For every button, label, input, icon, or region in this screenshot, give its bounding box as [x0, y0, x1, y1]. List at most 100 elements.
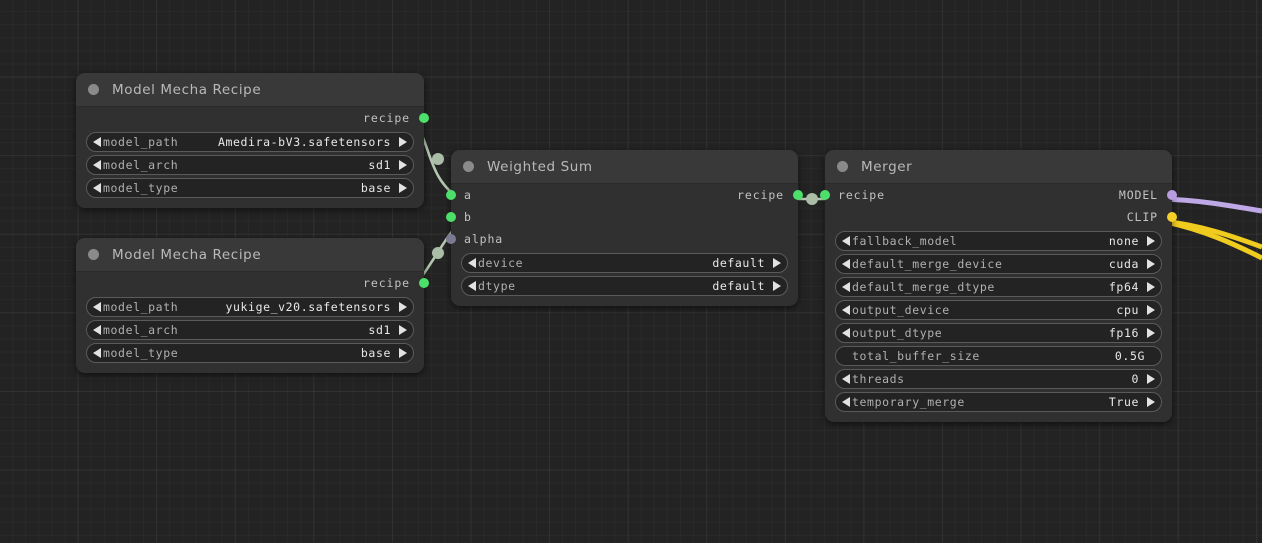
- input-slot-recipe[interactable]: recipe MODEL: [820, 184, 1177, 206]
- chevron-right-icon[interactable]: [1147, 374, 1155, 384]
- chevron-right-icon[interactable]: [399, 137, 407, 147]
- widget-value[interactable]: none: [1109, 234, 1139, 248]
- collapse-dot-icon[interactable]: [837, 161, 848, 172]
- chevron-right-icon[interactable]: [1147, 282, 1155, 292]
- chevron-right-icon[interactable]: [399, 348, 407, 358]
- chevron-right-icon[interactable]: [773, 258, 781, 268]
- widget-label: temporary_merge: [852, 395, 965, 409]
- widget-default-merge-dtype[interactable]: default_merge_dtype fp64: [835, 277, 1162, 297]
- input-slot-a[interactable]: a recipe: [446, 184, 803, 206]
- widget-model-type[interactable]: model_type base: [86, 178, 414, 198]
- output-slot-clip[interactable]: CLIP: [825, 206, 1177, 228]
- node-merger[interactable]: Merger recipe MODEL CLIP fallback_model …: [820, 150, 1177, 422]
- widget-value[interactable]: yukige_v20.safetensors: [225, 300, 391, 314]
- recipe-slot-dot-icon[interactable]: [820, 190, 830, 200]
- node-model-mecha-recipe-1[interactable]: Model Mecha Recipe recipe model_path Ame…: [76, 73, 429, 208]
- widget-threads[interactable]: threads 0: [835, 369, 1162, 389]
- widget-value[interactable]: 0: [1131, 372, 1139, 386]
- wire-model-out: [1161, 196, 1262, 214]
- widget-value[interactable]: default: [712, 279, 765, 293]
- chevron-left-icon[interactable]: [93, 137, 101, 147]
- output-slot-recipe[interactable]: recipe: [76, 107, 429, 129]
- widget-value[interactable]: cpu: [1116, 303, 1139, 317]
- widget-temporary-merge[interactable]: temporary_merge True: [835, 392, 1162, 412]
- widget-dtype[interactable]: dtype default: [461, 276, 788, 296]
- widget-value[interactable]: fp64: [1109, 280, 1139, 294]
- chevron-left-icon[interactable]: [93, 302, 101, 312]
- widget-value[interactable]: base: [361, 181, 391, 195]
- chevron-right-icon[interactable]: [773, 281, 781, 291]
- chevron-right-icon[interactable]: [399, 302, 407, 312]
- chevron-left-icon[interactable]: [468, 258, 476, 268]
- node-body: recipe MODEL CLIP fallback_model none de…: [820, 184, 1177, 422]
- recipe-slot-dot-icon[interactable]: [419, 278, 429, 288]
- chevron-left-icon[interactable]: [93, 348, 101, 358]
- widget-model-arch[interactable]: model_arch sd1: [86, 320, 414, 340]
- widget-value[interactable]: True: [1109, 395, 1139, 409]
- widget-device[interactable]: device default: [461, 253, 788, 273]
- widget-value[interactable]: sd1: [368, 323, 391, 337]
- chevron-left-icon[interactable]: [842, 282, 850, 292]
- widget-model-type[interactable]: model_type base: [86, 343, 414, 363]
- widget-value[interactable]: Amedira-bV3.safetensors: [218, 135, 391, 149]
- widget-model-path[interactable]: model_path Amedira-bV3.safetensors: [86, 132, 414, 152]
- collapse-dot-icon[interactable]: [463, 161, 474, 172]
- widget-label: model_path: [103, 300, 179, 314]
- chevron-left-icon[interactable]: [93, 183, 101, 193]
- collapse-dot-icon[interactable]: [88, 84, 99, 95]
- chevron-right-icon[interactable]: [1147, 236, 1155, 246]
- widget-value[interactable]: 0.5G: [1115, 349, 1145, 363]
- chevron-right-icon[interactable]: [1147, 328, 1155, 338]
- chevron-left-icon[interactable]: [842, 397, 850, 407]
- widget-model-path[interactable]: model_path yukige_v20.safetensors: [86, 297, 414, 317]
- clip-slot-dot-icon[interactable]: [1167, 212, 1177, 222]
- node-header[interactable]: Weighted Sum: [451, 150, 798, 184]
- widget-model-arch[interactable]: model_arch sd1: [86, 155, 414, 175]
- widget-output-device[interactable]: output_device cpu: [835, 300, 1162, 320]
- node-graph-canvas[interactable]: Model Mecha Recipe recipe model_path Ame…: [0, 0, 1262, 543]
- widget-value[interactable]: fp16: [1109, 326, 1139, 340]
- node-header[interactable]: Model Mecha Recipe: [76, 73, 424, 107]
- collapse-dot-icon[interactable]: [88, 249, 99, 260]
- widget-fallback-model[interactable]: fallback_model none: [835, 231, 1162, 251]
- node-model-mecha-recipe-2[interactable]: Model Mecha Recipe recipe model_path yuk…: [76, 238, 429, 373]
- wire-clip-out-a: [1161, 218, 1262, 250]
- chevron-right-icon[interactable]: [399, 183, 407, 193]
- alpha-slot-dot-icon[interactable]: [446, 234, 456, 244]
- chevron-right-icon[interactable]: [399, 325, 407, 335]
- recipe-slot-dot-icon[interactable]: [446, 190, 456, 200]
- chevron-left-icon[interactable]: [842, 305, 850, 315]
- recipe-slot-dot-icon[interactable]: [793, 190, 803, 200]
- input-slot-label: a: [464, 188, 472, 202]
- input-slot-b[interactable]: b: [446, 206, 798, 228]
- widget-value[interactable]: default: [712, 256, 765, 270]
- chevron-right-icon[interactable]: [1147, 305, 1155, 315]
- recipe-slot-dot-icon[interactable]: [446, 212, 456, 222]
- chevron-left-icon[interactable]: [93, 160, 101, 170]
- output-slot-recipe[interactable]: recipe: [76, 272, 429, 294]
- wire-dot-merger-recipe: [806, 193, 818, 205]
- widget-default-merge-device[interactable]: default_merge_device cuda: [835, 254, 1162, 274]
- chevron-left-icon[interactable]: [842, 236, 850, 246]
- node-header[interactable]: Model Mecha Recipe: [76, 238, 424, 272]
- chevron-left-icon[interactable]: [842, 328, 850, 338]
- widget-value[interactable]: sd1: [368, 158, 391, 172]
- widget-label: model_type: [103, 181, 179, 195]
- node-header[interactable]: Merger: [825, 150, 1172, 184]
- chevron-left-icon[interactable]: [842, 374, 850, 384]
- node-weighted-sum[interactable]: Weighted Sum a recipe b alpha device def…: [446, 150, 803, 306]
- widget-value[interactable]: cuda: [1109, 257, 1139, 271]
- chevron-left-icon[interactable]: [93, 325, 101, 335]
- chevron-left-icon[interactable]: [468, 281, 476, 291]
- chevron-right-icon[interactable]: [399, 160, 407, 170]
- widget-value[interactable]: base: [361, 346, 391, 360]
- input-slot-alpha[interactable]: alpha: [446, 228, 798, 250]
- widget-total-buffer-size[interactable]: total_buffer_size 0.5G: [835, 346, 1162, 366]
- chevron-left-icon[interactable]: [842, 259, 850, 269]
- node-title: Merger: [861, 158, 913, 175]
- recipe-slot-dot-icon[interactable]: [419, 113, 429, 123]
- chevron-right-icon[interactable]: [1147, 259, 1155, 269]
- model-slot-dot-icon[interactable]: [1167, 190, 1177, 200]
- widget-output-dtype[interactable]: output_dtype fp16: [835, 323, 1162, 343]
- chevron-right-icon[interactable]: [1147, 397, 1155, 407]
